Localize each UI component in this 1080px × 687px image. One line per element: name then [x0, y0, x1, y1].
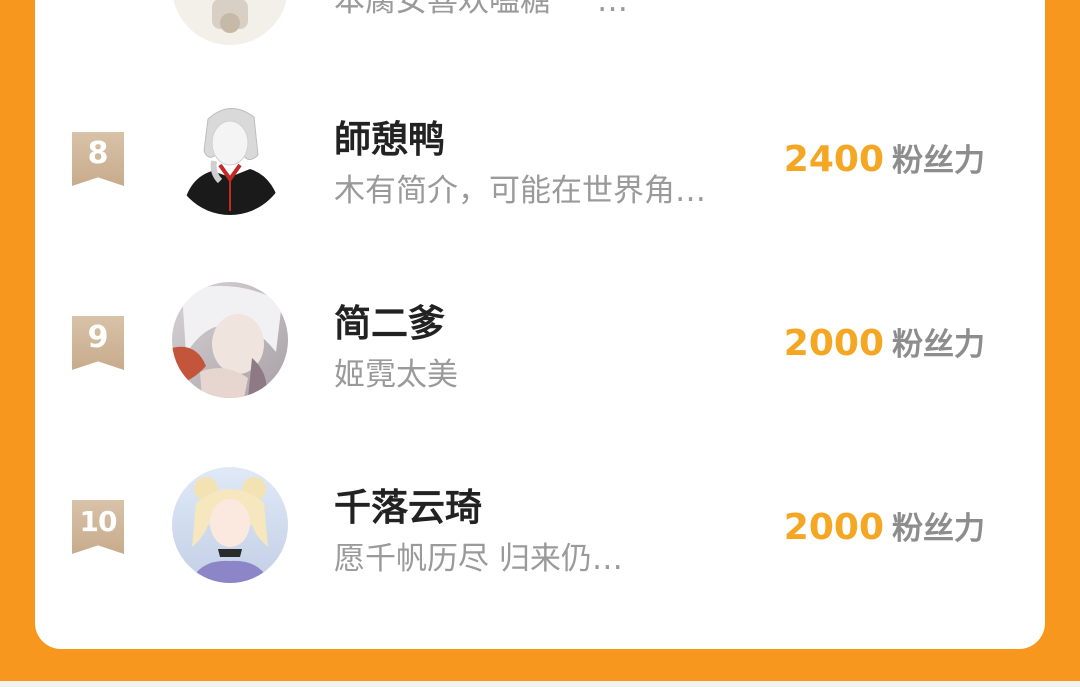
score-unit: 粉丝力 [892, 511, 985, 547]
user-bio: 木有简介，可能在世界角… [334, 173, 706, 209]
fan-power-score: 2000 粉丝力 [784, 319, 985, 364]
score-value: 2000 [783, 323, 884, 364]
fan-power-score: 2000 粉丝力 [784, 503, 985, 548]
ranking-list-card: 本腐女喜欢嗑糖… 8 師憩鸭 木有简介，可能在世界角… 2400 粉丝力 9 简… [35, 0, 1045, 649]
fan-ranking-page: 本腐女喜欢嗑糖… 8 師憩鸭 木有简介，可能在世界角… 2400 粉丝力 9 简… [0, 0, 1080, 687]
user-bio: 姬霓太美 [334, 357, 458, 393]
list-item-partial[interactable]: 本腐女喜欢嗑糖… [35, 0, 1045, 62]
avatar[interactable] [172, 99, 288, 215]
list-item[interactable]: 10 千落云琦 愿千帆历尽 归来仍… 2000 粉丝力 [35, 465, 1045, 615]
rank-badge: 10 [72, 500, 124, 554]
rank-badge: 8 [72, 132, 124, 186]
fan-power-score: 2400 粉丝力 [784, 135, 985, 180]
score-unit: 粉丝力 [892, 327, 985, 363]
user-bio: 愿千帆历尽 归来仍… [334, 541, 623, 577]
score-unit: 粉丝力 [892, 143, 985, 179]
rank-badge: 9 [72, 316, 124, 370]
avatar[interactable] [172, 467, 288, 583]
list-item[interactable]: 8 師憩鸭 木有简介，可能在世界角… 2400 粉丝力 [35, 97, 1045, 247]
user-name: 師憩鸭 [334, 118, 445, 161]
bottom-edge [0, 681, 1080, 687]
score-value: 2400 [783, 139, 884, 180]
user-name: 千落云琦 [334, 486, 482, 529]
avatar[interactable] [172, 282, 288, 398]
list-item[interactable]: 9 简二爹 姬霓太美 2000 粉丝力 [35, 281, 1045, 431]
avatar [172, 0, 288, 45]
user-name: 简二爹 [334, 302, 445, 345]
score-value: 2000 [783, 507, 884, 548]
user-bio: 本腐女喜欢嗑糖… [334, 0, 628, 19]
